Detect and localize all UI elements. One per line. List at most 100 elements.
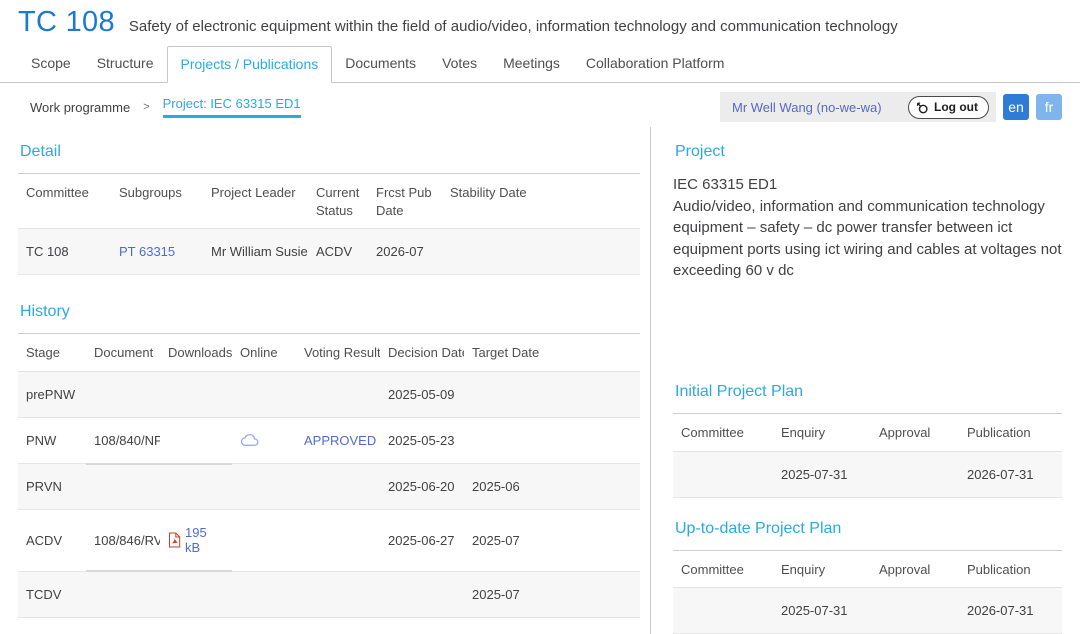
tab-bar: Scope Structure Projects / Publications …: [0, 46, 1080, 83]
tab-collaboration-platform[interactable]: Collaboration Platform: [573, 46, 738, 82]
col-frcst-pub-date: Frcst Pub Date: [368, 174, 442, 229]
col-committee: Committee: [18, 174, 111, 229]
plan-approval-cell: [871, 588, 959, 634]
col-enquiry: Enquiry: [773, 550, 871, 588]
history-table: Stage Document Downloads Online Voting R…: [18, 333, 640, 618]
subgroup-link[interactable]: PT 63315: [119, 244, 175, 259]
detail-frcst-pub-date: 2026-07: [368, 229, 442, 275]
username-link[interactable]: Mr Well Wang (no-we-wa): [732, 100, 882, 115]
detail-table: Committee Subgroups Project Leader Curre…: [18, 173, 640, 275]
detail-row: TC 108 PT 63315 Mr William Susiene ACDV …: [18, 229, 640, 275]
initial-plan-section-title: Initial Project Plan: [675, 383, 1062, 401]
detail-committee: TC 108: [18, 229, 111, 275]
breadcrumb-current-project[interactable]: Project: IEC 63315 ED1: [163, 96, 301, 118]
plan-enquiry-cell: 2025-07-31: [773, 451, 871, 497]
committee-code: TC 108: [18, 6, 115, 39]
stage-cell: PNW: [18, 417, 86, 464]
page-header: TC 108 Safety of electronic equipment wi…: [0, 0, 1080, 39]
detail-stability-date: [442, 229, 640, 275]
col-approval: Approval: [871, 550, 959, 588]
breadcrumb-work-programme[interactable]: Work programme: [30, 100, 130, 115]
detail-project-leader: Mr William Susiene: [203, 229, 308, 275]
current-plan-section-title: Up-to-date Project Plan: [675, 520, 1062, 538]
breadcrumb: Work programme > Project: IEC 63315 ED1: [30, 96, 301, 118]
decision-date-cell: 2025-06-20: [380, 464, 464, 510]
tab-votes[interactable]: Votes: [429, 46, 490, 82]
breadcrumb-separator: >: [143, 101, 149, 113]
language-en-button[interactable]: en: [1003, 94, 1029, 120]
right-panel: Project IEC 63315 ED1 Audio/video, infor…: [650, 127, 1080, 634]
history-row-prepnw: prePNW 2025-05-09: [18, 371, 640, 417]
plan-publication-cell: 2026-07-31: [959, 588, 1062, 634]
target-date-cell: [464, 371, 640, 417]
decision-date-cell: [380, 571, 464, 617]
decision-date-cell: 2025-05-23: [380, 417, 464, 464]
detail-header-row: Committee Subgroups Project Leader Curre…: [18, 174, 640, 229]
project-section-title: Project: [675, 143, 1062, 161]
decision-date-cell: 2025-06-27: [380, 510, 464, 572]
col-committee: Committee: [673, 414, 773, 452]
col-committee: Committee: [673, 550, 773, 588]
tab-projects-publications[interactable]: Projects / Publications: [167, 46, 333, 83]
col-enquiry: Enquiry: [773, 414, 871, 452]
detail-section-title: Detail: [20, 143, 640, 161]
logout-label: Log out: [934, 100, 978, 114]
cloud-icon[interactable]: [240, 433, 288, 447]
committee-subtitle: Safety of electronic equipment within th…: [129, 18, 898, 35]
user-strip: Mr Well Wang (no-we-wa) Log out: [720, 92, 996, 122]
stage-cell: PRVN: [18, 464, 86, 510]
target-date-cell: 2025-07: [464, 510, 640, 572]
col-subgroups: Subgroups: [111, 174, 203, 229]
initial-plan-header-row: Committee Enquiry Approval Publication: [673, 414, 1062, 452]
current-plan-table: Committee Enquiry Approval Publication 2…: [673, 550, 1062, 634]
col-document: Document: [86, 334, 160, 372]
history-row-prvn: PRVN 2025-06-20 2025-06: [18, 464, 640, 510]
plan-publication-cell: 2026-07-31: [959, 451, 1062, 497]
col-stability-date: Stability Date: [442, 174, 640, 229]
user-bar: Mr Well Wang (no-we-wa) Log out en fr: [720, 92, 1062, 122]
col-current-status: Current Status: [308, 174, 368, 229]
logout-button[interactable]: Log out: [908, 96, 989, 119]
history-row-pnw: PNW 108/840/NP APPROVED 2025-05-23: [18, 417, 640, 464]
main-content: Detail Committee Subgroups Project Leade…: [0, 127, 1080, 634]
col-downloads: Downloads: [160, 334, 232, 372]
voting-result-link[interactable]: APPROVED: [304, 433, 376, 448]
detail-current-status: ACDV: [308, 229, 368, 275]
plan-committee-cell: [673, 451, 773, 497]
col-stage: Stage: [18, 334, 86, 372]
document-cell: 108/840/NP: [86, 417, 160, 464]
power-icon: [916, 101, 929, 114]
col-target-date: Target Date: [464, 334, 640, 372]
left-panel: Detail Committee Subgroups Project Leade…: [0, 127, 650, 634]
col-decision-date: Decision Date: [380, 334, 464, 372]
plan-enquiry-cell: 2025-07-31: [773, 588, 871, 634]
stage-cell: prePNW: [18, 371, 86, 417]
plan-committee-cell: [673, 588, 773, 634]
language-fr-button[interactable]: fr: [1036, 94, 1062, 120]
target-date-cell: [464, 417, 640, 464]
decision-date-cell: 2025-05-09: [380, 371, 464, 417]
stage-cell: ACDV: [18, 510, 86, 572]
col-publication: Publication: [959, 414, 1062, 452]
col-approval: Approval: [871, 414, 959, 452]
download-pdf-link[interactable]: 195 kB: [185, 525, 224, 555]
history-row-acdv: ACDV 108/846/RVN 195 kB: [18, 510, 640, 572]
plan-approval-cell: [871, 451, 959, 497]
tab-structure[interactable]: Structure: [84, 46, 167, 82]
tab-documents[interactable]: Documents: [332, 46, 429, 82]
col-project-leader: Project Leader: [203, 174, 308, 229]
top-bar: Work programme > Project: IEC 63315 ED1 …: [0, 83, 1080, 127]
project-code: IEC 63315 ED1: [673, 176, 1062, 193]
stage-cell: TCDV: [18, 571, 86, 617]
history-row-tcdv: TCDV 2025-07: [18, 571, 640, 617]
col-online: Online: [232, 334, 296, 372]
history-section-title: History: [20, 303, 640, 321]
initial-plan-row: 2025-07-31 2026-07-31: [673, 451, 1062, 497]
col-publication: Publication: [959, 550, 1062, 588]
tab-scope[interactable]: Scope: [18, 46, 84, 82]
target-date-cell: 2025-06: [464, 464, 640, 510]
pdf-icon: [168, 532, 181, 548]
tab-meetings[interactable]: Meetings: [490, 46, 573, 82]
current-plan-row: 2025-07-31 2026-07-31: [673, 588, 1062, 634]
col-voting-result: Voting Result: [296, 334, 380, 372]
